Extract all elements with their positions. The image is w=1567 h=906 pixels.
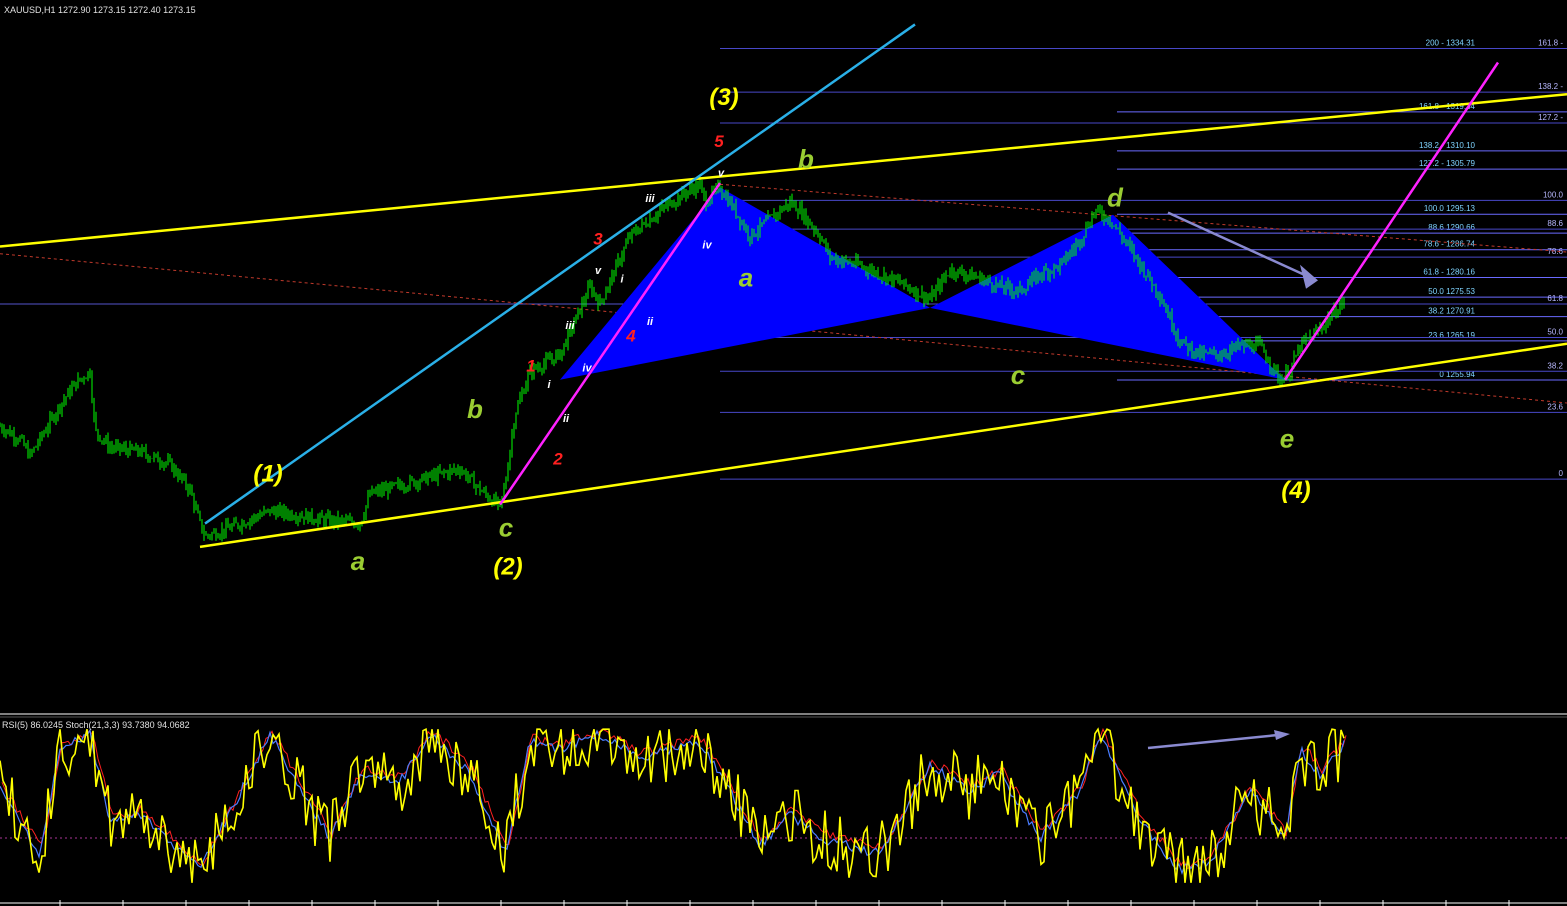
wave-label: v [595,265,602,277]
rsi-line [0,727,1345,883]
retracement-level-label: 23.6 [1547,402,1563,411]
wave-label: iii [565,320,575,332]
wave-label: iv [582,362,592,374]
fib-level-label: 50.0 1275.53 [1428,287,1475,296]
wave-label: 4 [625,327,636,346]
retracement-level-label: 50.0 [1547,327,1563,336]
indicator-info: RSI(5) 86.0245 Stoch(21,3,3) 93.7380 94.… [2,720,190,730]
wave-label: c [1011,360,1026,390]
wave-label: 3 [593,229,603,248]
wave-label: 5 [714,132,724,151]
dashed-trendline-high [719,183,1567,253]
retracement-level-label: 127.2 - [1538,113,1563,122]
retracement-level-label: 88.6 [1547,219,1563,228]
price-candles [0,176,1345,542]
channel-lower-line [199,342,1567,549]
wave-label: (3) [709,84,738,111]
fib-level-label: 23.6 1265.19 [1428,331,1475,340]
retracement-level-label: 161.8 - [1538,38,1563,47]
fib-level-label: 138.2 - 1310.10 [1419,141,1476,150]
wave-label: d [1107,182,1124,212]
wave-label: iii [645,193,655,205]
retracement-level-label: 138.2 - [1538,82,1563,91]
wave-label: a [351,546,365,576]
retracement-level-label: 78.6 [1547,247,1563,256]
wave-label: 1 [526,356,535,375]
wave-label: c [499,512,514,542]
fib-level-label: 88.6 1290.66 [1428,223,1475,232]
wave-label: ii [647,316,654,328]
wave-label: b [467,394,483,424]
wave-label: b [798,144,814,174]
wave-label: v [718,168,725,180]
direction-arrowhead [1300,264,1318,289]
wave-label: i [620,273,624,285]
wave-label: a [739,263,753,293]
wave-label: i [547,379,551,391]
retracement-level-label: 0 [1559,469,1564,478]
fib-level-label: 100.0 1295.13 [1424,204,1476,213]
wave-label: iv [702,240,712,252]
fib-level-label: 200 - 1334.31 [1426,38,1476,47]
retracement-level-label: 100.0 [1543,190,1564,199]
retracement-level-label: 61.8 [1547,294,1563,303]
chart-canvas: 200 - 1334.31161.8 - 1319.34138.2 - 1310… [0,23,1567,906]
wave-label: 2 [552,449,563,468]
osc-direction-arrowhead [1274,730,1290,740]
wave-label: (1) [253,460,282,487]
wave-label: ii [563,413,570,425]
fib-level-label: 38.2 1270.91 [1428,307,1475,316]
wave-label: e [1280,423,1294,453]
direction-arrow [1167,211,1311,279]
fib-level-label: 61.8 - 1280.16 [1423,268,1475,277]
wave-label: (4) [1281,477,1310,504]
osc-direction-arrow [1147,733,1279,750]
oscillator-panel [0,713,1567,906]
wave-label: (2) [493,553,522,580]
retracement-level-label: 38.2 [1547,361,1563,370]
stoch-signal-line [1,727,1347,869]
symbol-info: XAUUSD,H1 1272.90 1273.15 1272.40 1273.1… [4,5,196,15]
